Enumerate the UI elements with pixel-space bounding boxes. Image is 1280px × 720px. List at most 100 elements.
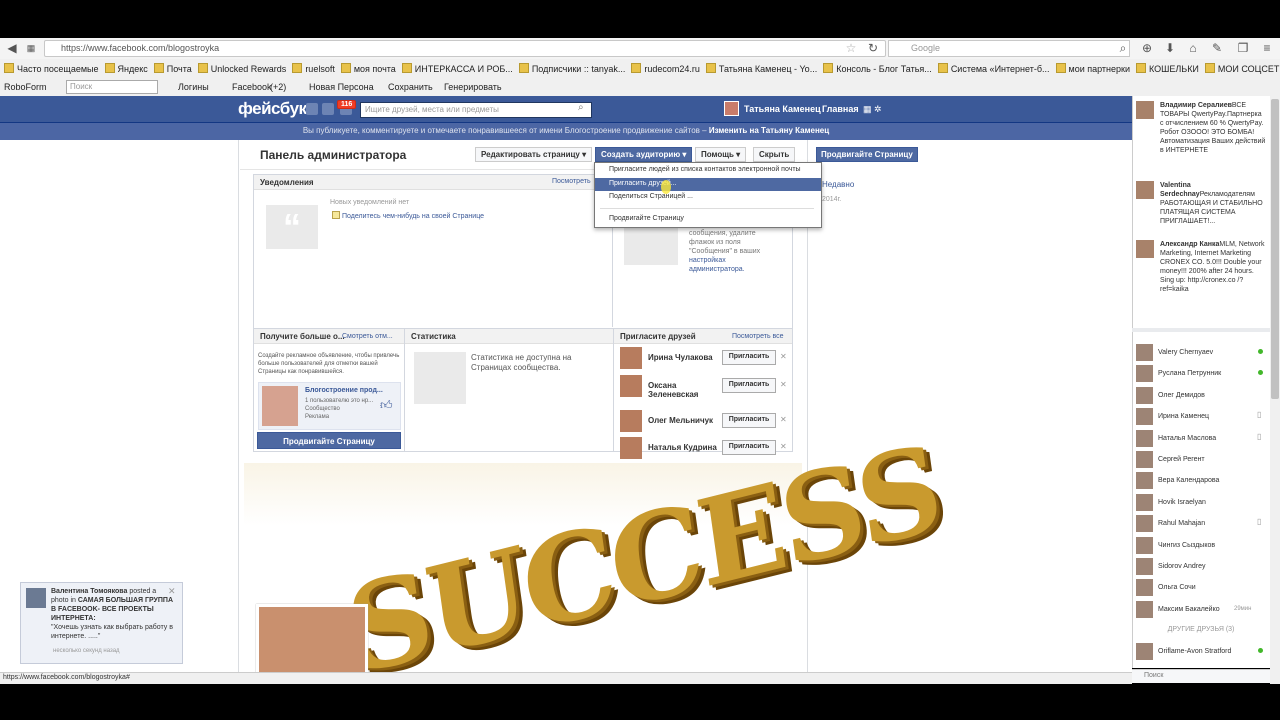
chat-friend[interactable]: Sidorov Andrey bbox=[1136, 558, 1266, 576]
invite-button[interactable]: Пригласить bbox=[722, 440, 776, 455]
identity-icon[interactable]: ▦ bbox=[24, 41, 38, 55]
chat-friend[interactable]: Наталья Маслова ▯ bbox=[1136, 429, 1266, 448]
bookmark-item[interactable]: Почта bbox=[153, 60, 194, 74]
new-persona-button[interactable]: Новая Персона bbox=[309, 82, 374, 92]
download-icon[interactable]: ⬇ bbox=[1163, 41, 1177, 55]
dismiss-icon[interactable]: ✕ bbox=[780, 380, 787, 389]
bookmark-item[interactable]: Unlocked Rewards bbox=[197, 60, 289, 74]
home-icon[interactable]: ⌂ bbox=[1186, 41, 1200, 55]
dropdown-promote-page[interactable]: Продвигайте Страницу bbox=[609, 215, 684, 222]
fb-logo[interactable]: фейсбук bbox=[238, 99, 307, 119]
profile-picture[interactable] bbox=[256, 604, 368, 676]
ticker-name[interactable]: Владимир Сералиев bbox=[1160, 102, 1232, 109]
reload-icon[interactable]: ↻ bbox=[866, 41, 880, 55]
bookmark-item[interactable]: rudecom24.ru bbox=[631, 60, 702, 74]
dropdown-invite-email[interactable]: Пригласите людей из списка контактов эле… bbox=[609, 166, 801, 173]
bookmark-item[interactable]: моя почта bbox=[340, 60, 398, 74]
chat-friend[interactable]: Hovik Israelyan bbox=[1136, 493, 1266, 512]
chat-friend[interactable]: Сергей Регент bbox=[1136, 451, 1266, 469]
dismiss-icon[interactable]: ✕ bbox=[780, 442, 787, 451]
save-button[interactable]: Сохранить bbox=[388, 82, 433, 92]
invite-button[interactable]: Пригласить bbox=[722, 413, 776, 428]
popup-name[interactable]: Валентина Томоякова bbox=[51, 588, 127, 595]
roboform-button[interactable]: RoboForm bbox=[4, 82, 47, 92]
friend-name[interactable]: Ирина Чулакова bbox=[648, 353, 718, 362]
notifications-see-link[interactable]: Посмотреть bbox=[552, 178, 591, 185]
invite-button[interactable]: Пригласить bbox=[722, 378, 776, 393]
close-icon[interactable]: ✕ bbox=[168, 586, 176, 597]
back-icon[interactable]: ◀ bbox=[5, 41, 19, 55]
roboform-search-input[interactable]: Поиск bbox=[66, 80, 158, 94]
messages-icon[interactable] bbox=[322, 103, 334, 115]
chat-search-input[interactable]: Поиск bbox=[1132, 669, 1270, 683]
promote-page-button[interactable]: Продвигайте Страницу bbox=[257, 432, 401, 449]
friend-avatar[interactable] bbox=[620, 347, 642, 369]
bookmark-item[interactable]: КОШЕЛЬКИ bbox=[1135, 60, 1201, 74]
settings-icon[interactable]: ▦ ✲ bbox=[863, 104, 882, 115]
chat-friend[interactable]: Rahul Mahajan ▯ bbox=[1136, 515, 1266, 533]
url-input[interactable]: https://www.facebook.com/blogostroyka bbox=[44, 40, 886, 57]
ticker-name[interactable]: Valentina Serdechnay bbox=[1160, 182, 1200, 198]
get-more-see-link[interactable]: Смотреть отм... bbox=[342, 333, 393, 340]
chat-friend[interactable]: Олег Демидов bbox=[1136, 386, 1266, 405]
bookmark-item[interactable]: мои партнерки bbox=[1055, 60, 1132, 74]
ticker-name[interactable]: Александр Канка bbox=[1160, 241, 1219, 248]
user-avatar[interactable] bbox=[724, 101, 739, 116]
chat-friend[interactable]: Максим Бакалейко 29мин bbox=[1136, 600, 1266, 619]
bookmark-item[interactable]: Консоль - Блог Татья... bbox=[823, 60, 934, 74]
home-link[interactable]: Главная bbox=[822, 104, 859, 114]
hide-button[interactable]: Скрыть bbox=[753, 147, 796, 162]
friend-name[interactable]: Оксана Зеленевская bbox=[648, 381, 718, 399]
chat-friend[interactable]: Ольга Сочи bbox=[1136, 579, 1266, 597]
chat-friend[interactable]: Чингиз Сыздыков bbox=[1136, 536, 1266, 555]
ad-title[interactable]: Блогостроение прод... bbox=[305, 387, 383, 394]
friend-name[interactable]: Наталья Кудрина bbox=[648, 443, 718, 452]
user-name-link[interactable]: Татьяна Каменец bbox=[744, 104, 821, 114]
edit-page-button[interactable]: Редактировать страницу ▾ bbox=[475, 147, 593, 162]
addon-icon[interactable]: ⊕ bbox=[1140, 41, 1154, 55]
chat-friend[interactable]: Ирина Каменец ▯ bbox=[1136, 408, 1266, 426]
switch-user-link[interactable]: Изменить на Татьяну Каменец bbox=[709, 126, 829, 135]
friend-name[interactable]: Олег Мельничук bbox=[648, 416, 718, 425]
bookmark-item[interactable]: Часто посещаемые bbox=[4, 60, 101, 74]
chat-friend[interactable]: Oriflame-Avon Stratford bbox=[1136, 643, 1266, 661]
bookmark-item[interactable]: Яндекс bbox=[104, 60, 150, 74]
chat-friend[interactable]: Вера Календарова bbox=[1136, 472, 1266, 490]
help-button[interactable]: Помощь ▾ bbox=[695, 147, 747, 162]
admin-settings-link[interactable]: настройках администратора. bbox=[689, 257, 745, 273]
menu-icon[interactable]: ≡ bbox=[1260, 41, 1274, 55]
thumbs-up-icon[interactable]: 👍︎ bbox=[380, 398, 394, 412]
friend-requests-icon[interactable] bbox=[306, 103, 318, 115]
invite-see-all-link[interactable]: Посмотреть все bbox=[732, 333, 784, 340]
search-icon[interactable]: ⌕ bbox=[578, 102, 584, 113]
create-audience-button[interactable]: Создать аудиторию ▾ bbox=[595, 147, 693, 162]
friend-avatar[interactable] bbox=[620, 410, 642, 432]
friend-avatar[interactable] bbox=[620, 375, 642, 397]
logins-button[interactable]: Логины bbox=[178, 82, 209, 92]
bookmark-item[interactable]: Система «Интернет-б... bbox=[937, 60, 1052, 74]
chat-friend[interactable]: Valery Chernyaev bbox=[1136, 344, 1266, 362]
bookmark-item[interactable]: Татьяна Каменец - Yo... bbox=[705, 60, 819, 74]
search-icon[interactable]: ⌕ bbox=[1116, 41, 1130, 55]
share-something-link[interactable]: Поделитесь чем-нибудь на своей Странице bbox=[332, 211, 484, 220]
google-search-input[interactable]: Google bbox=[888, 40, 1130, 57]
promote-page-button[interactable]: Продвигайте Страницу bbox=[816, 147, 918, 162]
facebook-button[interactable]: Facebook bbox=[232, 82, 272, 92]
chat-friend[interactable]: Руслана Петрунник bbox=[1136, 365, 1266, 383]
bookmark-item[interactable]: МОИ СОЦСЕТИ bbox=[1204, 60, 1280, 74]
window-icon[interactable]: ❐ bbox=[1236, 41, 1250, 55]
generate-button[interactable]: Генерировать bbox=[444, 82, 502, 92]
bookmark-star-icon[interactable]: ☆ bbox=[844, 41, 858, 55]
dismiss-icon[interactable]: ✕ bbox=[780, 352, 787, 361]
invite-button[interactable]: Пригласить bbox=[722, 350, 776, 365]
bookmark-item[interactable]: Подписчики :: tanyak... bbox=[518, 60, 628, 74]
dropdown-share-page[interactable]: Поделиться Страницей ... bbox=[609, 193, 693, 200]
friend-avatar[interactable] bbox=[620, 437, 642, 459]
dismiss-icon[interactable]: ✕ bbox=[780, 415, 787, 424]
recent-link[interactable]: Недавно bbox=[822, 180, 854, 189]
recent-year[interactable]: 2014г. bbox=[822, 196, 841, 203]
toolbar-icon[interactable]: ✎ bbox=[1210, 41, 1224, 55]
fb-search-input[interactable]: Ищите друзей, места или предметы bbox=[360, 102, 592, 118]
scrollbar-thumb[interactable] bbox=[1271, 99, 1279, 399]
bookmark-item[interactable]: ruelsoft bbox=[292, 60, 337, 74]
